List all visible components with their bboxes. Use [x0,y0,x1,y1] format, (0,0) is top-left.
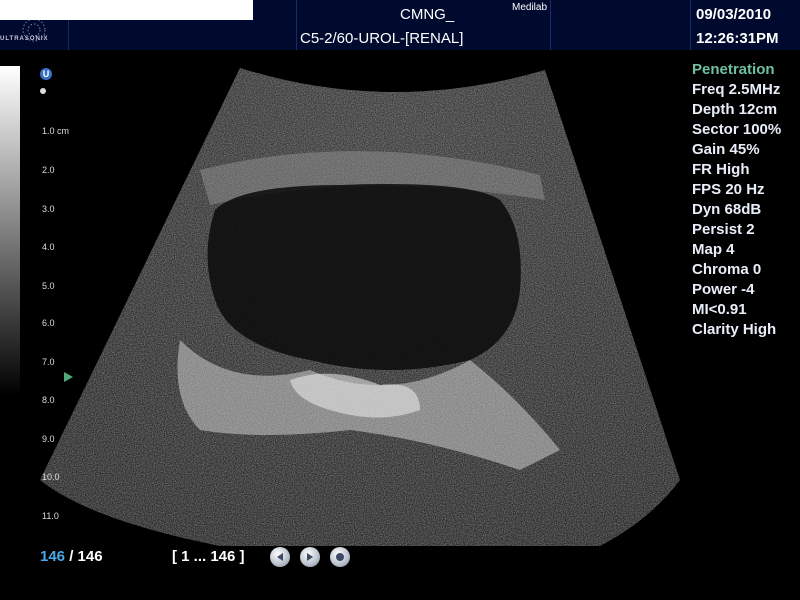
imaging-parameters: Penetration Freq 2.5MHz Depth 12cm Secto… [692,60,800,340]
param-persistence: Persist 2 [692,221,755,238]
stop-button[interactable] [330,547,350,567]
frame-counter: 146 / 146 [40,548,103,565]
param-power: Power -4 [692,281,755,298]
probe-dot-icon [40,88,46,94]
current-frame: 146 [40,548,66,565]
depth-label: 5.0 [42,281,55,291]
depth-label: 4.0 [42,242,55,252]
param-clarity: Clarity High [692,321,777,338]
play-forward-icon [307,553,313,561]
depth-label: 3.0 [42,204,55,214]
param-sector: Sector 100% [692,121,782,138]
imaging-mode: Penetration [692,61,775,78]
play-forward-button[interactable] [300,547,320,567]
focus-marker-icon[interactable] [64,372,73,382]
depth-label: 8.0 [42,395,55,405]
depth-label: 2.0 [42,165,55,175]
play-back-button[interactable] [270,547,290,567]
depth-label: 9.0 [42,434,55,444]
param-map: Map 4 [692,241,735,258]
total-frames: 146 [77,548,103,565]
frame-range: [ 1 ... 146 ] [172,548,245,565]
probe-orientation-icon: U [40,68,52,80]
param-frame-rate: FR High [692,161,750,178]
param-dynamic-range: Dyn 68dB [692,201,762,218]
param-depth: Depth 12cm [692,101,778,118]
play-back-icon [277,553,283,561]
param-gain: Gain 45% [692,141,760,158]
depth-label: 1.0 cm [42,126,70,136]
depth-label: 7.0 [42,357,55,367]
param-chroma: Chroma 0 [692,261,762,278]
param-frequency: Freq 2.5MHz [692,81,781,98]
depth-label: 6.0 [42,318,55,328]
stop-icon [336,553,344,561]
frame-separator: / [65,548,78,565]
param-fps: FPS 20 Hz [692,181,765,198]
param-mechanical-index: MI<0.91 [692,301,747,318]
depth-label: 11.0 [42,511,59,521]
ultrasound-image [40,68,680,546]
depth-label: 10.0 [42,472,60,482]
